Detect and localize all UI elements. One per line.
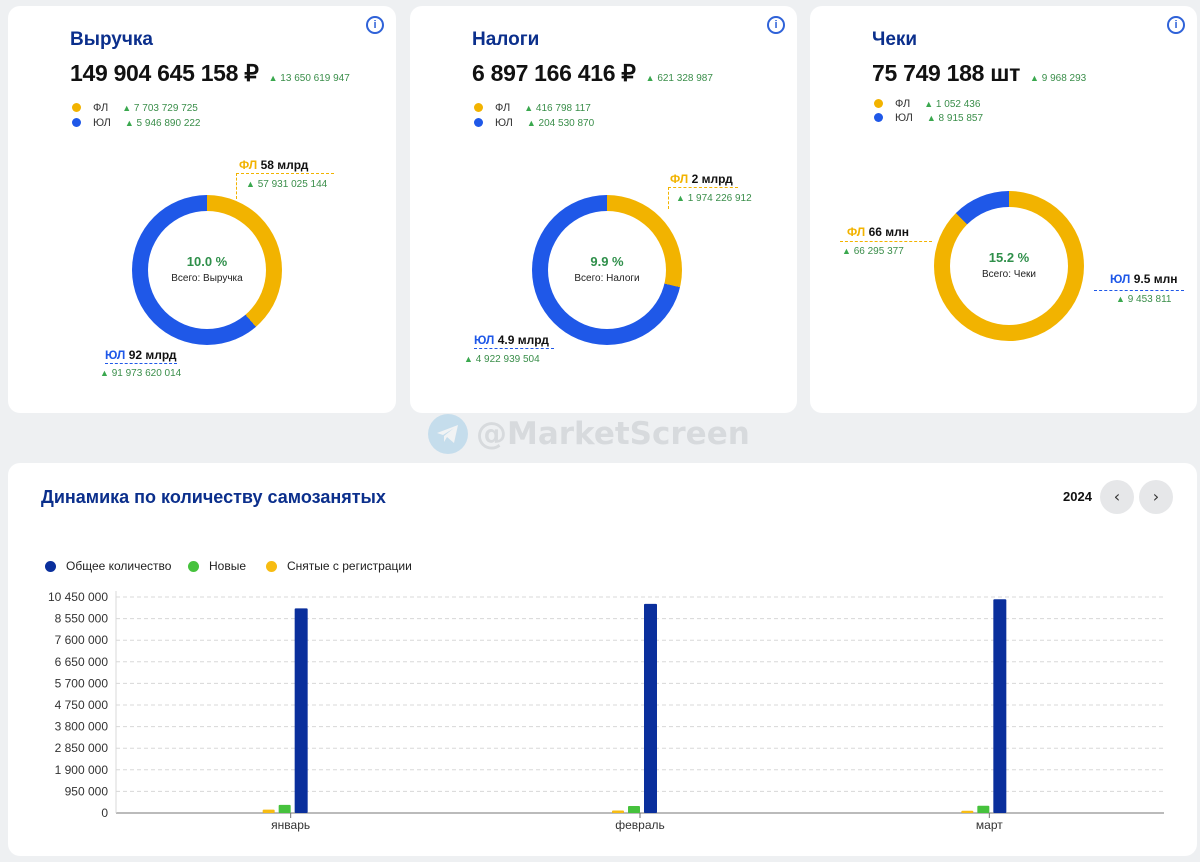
donut-total-label: Всего: Выручка <box>171 273 243 284</box>
ul-dot-icon <box>474 118 483 127</box>
receipts-donut[interactable]: 15.2 % Всего: Чеки <box>934 191 1084 341</box>
bar-Снятые с регистрации-февраль <box>612 810 624 813</box>
y-tick-label: 1 900 000 <box>55 763 109 777</box>
card-delta: ▲ 13 650 619 947 <box>268 73 350 84</box>
ul-dot-icon <box>72 118 81 127</box>
fl-callout-value: ▲ 1 974 226 912 <box>676 193 752 204</box>
legend-fl: ФЛ ▲ 1 052 436 <box>874 98 980 110</box>
legend-fl: ФЛ ▲ 7 703 729 725 <box>72 102 198 114</box>
fl-callout-label: ФЛ 58 млрд <box>239 158 309 172</box>
y-tick-label: 950 000 <box>65 784 109 798</box>
up-arrow-icon: ▲ <box>268 73 278 83</box>
fl-callout-label: ФЛ 2 млрд <box>670 172 733 186</box>
x-tick-label: январь <box>271 818 310 832</box>
y-tick-label: 6 650 000 <box>55 655 109 669</box>
info-icon[interactable]: i <box>366 16 384 34</box>
fl-callout-value: ▲ 66 295 377 <box>842 246 904 257</box>
taxes-card: i Налоги 6 897 166 416 ₽ ▲ 621 328 987 ФЛ… <box>410 6 797 413</box>
ul-callout-label: ЮЛ 4.9 млрд <box>474 333 549 347</box>
y-tick-label: 2 850 000 <box>55 741 109 755</box>
revenue-donut[interactable]: 10.0 % Всего: Выручка <box>132 195 282 345</box>
card-title: Выручка <box>70 29 153 50</box>
legend-ul: ЮЛ ▲ 204 530 870 <box>474 117 594 129</box>
watermark: @MarketScreen <box>428 414 750 454</box>
bar-Новые-февраль <box>628 805 640 813</box>
legend-ul: ЮЛ ▲ 5 946 890 222 <box>72 117 201 129</box>
card-delta: ▲ 9 968 293 <box>1030 73 1087 84</box>
fl-callout-value: ▲ 57 931 025 144 <box>246 179 328 190</box>
bar-Общее количество-февраль <box>644 603 657 813</box>
revenue-card: i Выручка 149 904 645 158 ₽ ▲ 13 650 619 … <box>8 6 396 413</box>
ul-callout-label: ЮЛ 9.5 млн <box>1110 272 1178 286</box>
taxes-donut[interactable]: 9.9 % Всего: Налоги <box>532 195 682 345</box>
ul-callout-value: ▲ 4 922 939 504 <box>464 354 540 365</box>
fl-dot-icon <box>874 99 883 108</box>
y-tick-label: 8 550 000 <box>55 612 109 626</box>
up-arrow-icon: ▲ <box>526 118 536 128</box>
y-tick-label: 0 <box>101 806 108 820</box>
card-delta: ▲ 621 328 987 <box>645 73 713 84</box>
up-arrow-icon: ▲ <box>122 103 132 113</box>
fl-callout-label: ФЛ 66 млн <box>847 225 909 239</box>
ul-callout-value: ▲ 9 453 811 <box>1116 294 1172 305</box>
ul-dot-icon <box>874 113 883 122</box>
bar-Общее количество-январь <box>294 608 308 813</box>
donut-percent: 9.9 % <box>590 254 624 269</box>
donut-percent: 15.2 % <box>988 250 1030 265</box>
receipts-card: i Чеки 75 749 188 шт ▲ 9 968 293 ФЛ ▲ 1 05… <box>810 6 1197 413</box>
card-title: Чеки <box>872 29 918 50</box>
y-tick-label: 7 600 000 <box>55 633 109 647</box>
self-employed-dynamics-card: Динамика по количеству самозанятых 2024 … <box>8 463 1197 856</box>
up-arrow-icon: ▲ <box>124 118 134 128</box>
donut-total-label: Всего: Налоги <box>574 273 640 284</box>
card-value: 149 904 645 158 ₽ <box>70 60 259 86</box>
bar-Снятые с регистрации-март <box>961 810 974 813</box>
bar-Новые-март <box>977 805 990 813</box>
bar-Общее количество-март <box>993 599 1007 813</box>
card-value: 75 749 188 шт <box>872 60 1021 86</box>
donut-total-label: Всего: Чеки <box>982 269 1036 280</box>
x-tick-label: март <box>976 818 1003 832</box>
ul-callout-label: ЮЛ 92 млрд <box>105 348 177 362</box>
legend-ul: ЮЛ ▲ 8 915 857 <box>874 112 983 124</box>
fl-dot-icon <box>474 103 483 112</box>
card-title: Налоги <box>472 29 540 50</box>
up-arrow-icon: ▲ <box>1030 73 1039 83</box>
legend-fl: ФЛ ▲ 416 798 117 <box>474 102 591 114</box>
up-arrow-icon: ▲ <box>524 103 534 113</box>
y-tick-label: 5 700 000 <box>55 676 109 690</box>
up-arrow-icon: ▲ <box>645 73 655 83</box>
bar-chart: 10 450 000 8 550 000 7 600 000 6 650 000 5 7… <box>48 590 1164 832</box>
up-arrow-icon: ▲ <box>924 99 934 109</box>
donut-percent: 10.0 % <box>186 254 228 269</box>
info-icon[interactable]: i <box>1167 16 1185 34</box>
up-arrow-icon: ▲ <box>926 113 936 123</box>
y-tick-label: 10 450 000 <box>48 590 108 604</box>
y-tick-label: 4 750 000 <box>55 698 109 712</box>
card-value: 6 897 166 416 ₽ <box>472 60 636 86</box>
bar-Снятые с регистрации-январь <box>262 809 275 813</box>
x-tick-label: февраль <box>615 818 665 832</box>
telegram-icon <box>428 414 468 454</box>
watermark-text: @MarketScreen <box>476 416 750 452</box>
ul-callout-value: ▲ 91 973 620 014 <box>100 368 182 379</box>
bar-Новые-январь <box>278 804 291 813</box>
fl-dot-icon <box>72 103 81 112</box>
y-tick-label: 3 800 000 <box>55 720 109 734</box>
info-icon[interactable]: i <box>767 16 785 34</box>
